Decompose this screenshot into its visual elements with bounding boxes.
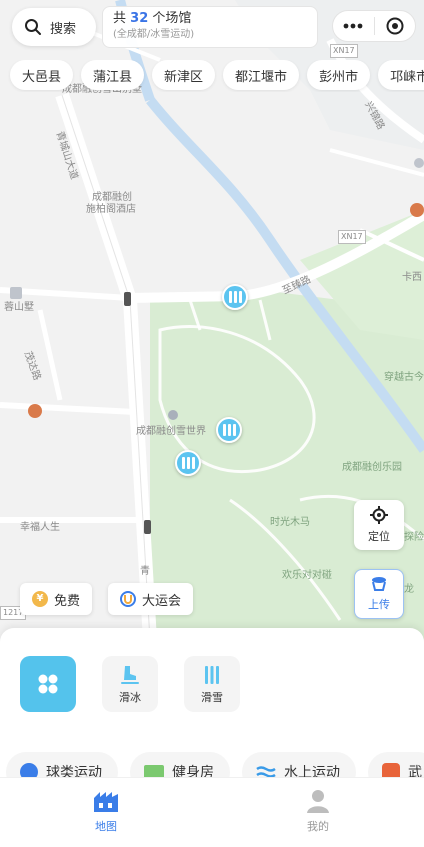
map-label-hotel: 成都融创 xyxy=(92,192,132,203)
ski-icon xyxy=(205,665,219,684)
search-button[interactable]: 搜索 xyxy=(12,8,96,46)
venue-count-prefix: 共 xyxy=(113,11,127,26)
upload-button[interactable]: 上传 xyxy=(354,569,404,619)
district-chip[interactable]: 邛崃市 xyxy=(378,60,424,90)
search-icon xyxy=(25,19,41,35)
coin-icon: ¥ xyxy=(32,591,48,607)
map-tab-icon xyxy=(94,792,118,812)
ski-icon xyxy=(228,291,242,303)
map-label-dragon: 龙 xyxy=(404,584,414,595)
district-chip[interactable]: 蒲江县 xyxy=(81,60,145,90)
ski-icon xyxy=(181,457,195,469)
grid-icon xyxy=(38,674,58,694)
locate-label: 定位 xyxy=(368,530,390,543)
traffic-light-icon xyxy=(124,292,131,306)
map-label-merry-go: 时光木马 xyxy=(270,517,310,528)
map-label-happy-park: 成都融创乐园 xyxy=(342,462,402,473)
tab-map[interactable]: 地图 xyxy=(0,778,212,847)
district-chip[interactable]: 彭州市 xyxy=(307,60,371,90)
tab-mine[interactable]: 我的 xyxy=(212,778,424,847)
more-button[interactable] xyxy=(333,11,374,41)
category-skiing-button[interactable]: 滑雪 xyxy=(184,656,240,712)
category-skating-label: 滑冰 xyxy=(119,690,141,704)
venue-count-number: 32 xyxy=(130,11,149,26)
map-label-xn17b: XN17 xyxy=(338,230,366,244)
tab-map-label: 地图 xyxy=(95,820,117,833)
venue-marker[interactable] xyxy=(222,284,248,310)
venue-marker[interactable] xyxy=(216,417,242,443)
category-skiing-label: 滑雪 xyxy=(201,690,223,704)
house-icon xyxy=(10,287,22,299)
district-chip[interactable]: 都江堰市 xyxy=(223,60,300,90)
games-filter-button[interactable]: 大运会 xyxy=(108,583,194,615)
category-row: 滑冰 滑雪 xyxy=(20,656,240,712)
district-chip-row: 大邑县 蒲江县 新津区 都江堰市 彭州市 邛崃市 xyxy=(0,60,424,92)
venue-count-text: 共 32 个场馆 xyxy=(113,10,307,28)
map-label-xn17: XN17 xyxy=(330,44,358,58)
map-label-villa: 蓉山墅 xyxy=(4,302,34,313)
map-label-xingfu: 幸福人生 xyxy=(20,522,60,533)
mini-program-capsule xyxy=(332,10,416,42)
map-label-tanxian: 探险 xyxy=(404,532,424,543)
ice-skate-icon xyxy=(121,665,139,684)
location-pin-icon xyxy=(168,410,178,420)
category-skating-button[interactable]: 滑冰 xyxy=(102,656,158,712)
pedestrian-icon xyxy=(410,203,424,217)
crosshair-icon xyxy=(370,506,388,524)
close-mini-program-button[interactable] xyxy=(375,11,416,41)
map-label-chuanyue: 穿越古今 xyxy=(384,372,424,383)
free-filter-button[interactable]: ¥ 免费 xyxy=(20,583,93,615)
venue-scope-text: (全成都/冰雪运动) xyxy=(113,29,195,40)
map-label-snow-world: 成都融创雪世界 xyxy=(136,426,206,437)
upload-icon xyxy=(372,577,386,591)
district-chip[interactable]: 新津区 xyxy=(152,60,216,90)
pedestrian-icon xyxy=(28,404,42,418)
user-icon xyxy=(307,790,329,813)
ski-icon xyxy=(222,424,236,436)
map-label-hotel-2: 施柏阁酒店 xyxy=(86,204,136,215)
traffic-light-icon xyxy=(144,520,151,534)
free-filter-label: 免费 xyxy=(54,593,81,609)
tab-mine-label: 我的 xyxy=(307,820,329,833)
category-all-button[interactable] xyxy=(20,656,76,712)
venue-count-panel: 共 32 个场馆 (全成都/冰雪运动) xyxy=(102,6,318,48)
map-label-road-qingcheng-short: 青 xyxy=(140,566,150,577)
games-filter-label: 大运会 xyxy=(142,593,182,609)
upload-label: 上传 xyxy=(368,598,390,611)
poi-dot-icon xyxy=(414,158,424,168)
universiade-icon xyxy=(120,591,136,607)
target-icon xyxy=(386,17,404,35)
locate-button[interactable]: 定位 xyxy=(354,500,404,550)
map-label-happy-bump: 欢乐对对碰 xyxy=(282,570,332,581)
search-label: 搜索 xyxy=(50,21,77,37)
venue-count-suffix: 个场馆 xyxy=(152,11,192,26)
venue-marker[interactable] xyxy=(175,450,201,476)
more-dots-icon xyxy=(343,23,363,29)
district-chip[interactable]: 大邑县 xyxy=(10,60,74,90)
tab-bar: 地图 我的 xyxy=(0,777,424,847)
map-label-east: 卡西 xyxy=(402,272,422,283)
